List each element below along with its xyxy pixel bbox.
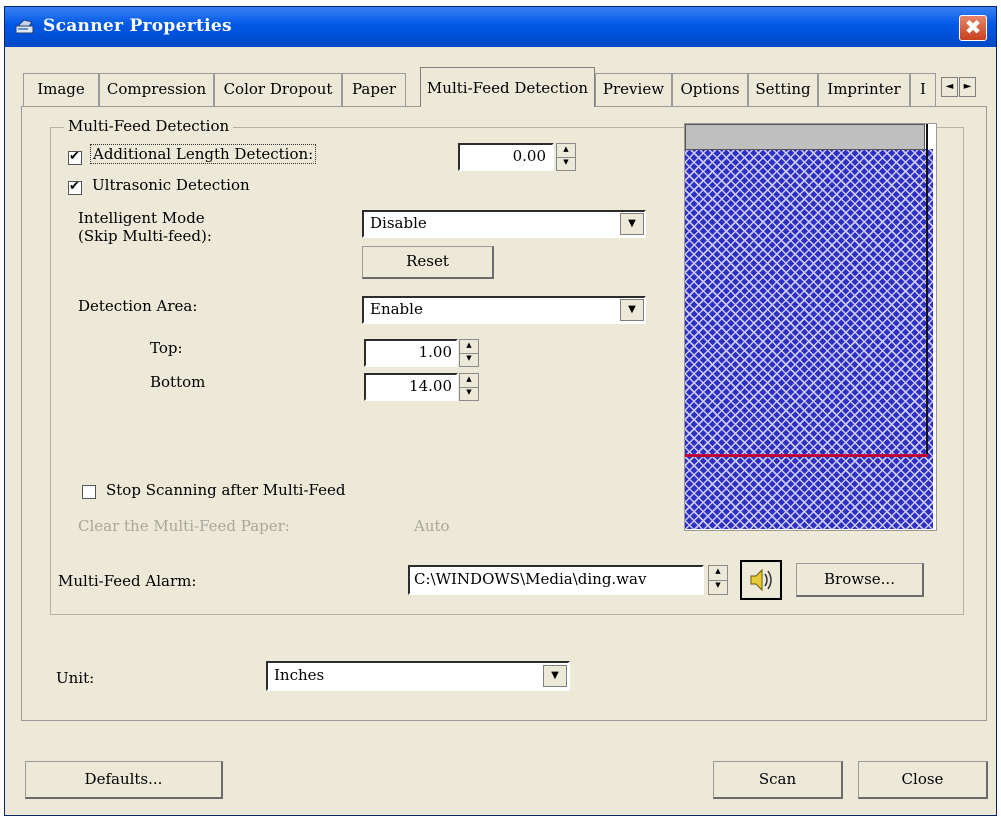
spin-up-icon[interactable]: ▲ bbox=[460, 340, 478, 353]
intelligent-mode-sublabel: (Skip Multi-feed): bbox=[78, 227, 212, 245]
tab-multi-feed-detection[interactable]: Multi-Feed Detection bbox=[420, 67, 595, 107]
chevron-down-icon[interactable]: ▼ bbox=[543, 665, 567, 687]
additional-length-input[interactable]: 0.00 bbox=[458, 143, 554, 171]
detection-area-label: Detection Area: bbox=[78, 297, 198, 315]
ultrasonic-label: Ultrasonic Detection bbox=[92, 176, 250, 194]
tab-options[interactable]: Options bbox=[672, 73, 748, 106]
spin-up-icon[interactable]: ▲ bbox=[557, 144, 575, 157]
scanner-icon bbox=[15, 17, 35, 37]
close-window-button[interactable]: ✖ bbox=[959, 15, 987, 41]
intelligent-mode-label: Intelligent Mode bbox=[78, 209, 205, 227]
scan-button[interactable]: Scan bbox=[713, 761, 843, 799]
clear-paper-label: Clear the Multi-Feed Paper: bbox=[78, 517, 290, 535]
intelligent-mode-select[interactable]: Disable bbox=[362, 210, 646, 238]
stop-scanning-label: Stop Scanning after Multi-Feed bbox=[106, 481, 346, 499]
chevron-down-icon[interactable]: ▼ bbox=[620, 299, 644, 321]
preview-edge bbox=[926, 124, 928, 455]
unit-label: Unit: bbox=[56, 669, 95, 687]
detection-area-preview bbox=[684, 123, 937, 531]
bottom-stepper[interactable]: ▲ ▼ bbox=[459, 373, 479, 401]
multi-feed-alarm-label: Multi-Feed Alarm: bbox=[58, 572, 197, 590]
top-label: Top: bbox=[150, 339, 183, 357]
alarm-path-input[interactable]: C:\WINDOWS\Media\ding.wav bbox=[408, 565, 704, 595]
chevron-down-icon[interactable]: ▼ bbox=[620, 213, 644, 235]
additional-length-stepper[interactable]: ▲ ▼ bbox=[556, 143, 576, 171]
speaker-icon[interactable] bbox=[740, 560, 782, 600]
preview-page-area bbox=[685, 149, 933, 529]
bottom-input[interactable]: 14.00 bbox=[364, 373, 458, 401]
scanner-properties-window: Scanner Properties ✖ Image Compression C… bbox=[4, 6, 997, 816]
detection-bottom-line bbox=[685, 454, 928, 457]
multi-feed-detection-panel: Multi-Feed Detection Additional Length D… bbox=[21, 106, 987, 721]
group-title: Multi-Feed Detection bbox=[64, 117, 234, 135]
browse-button[interactable]: Browse... bbox=[796, 563, 924, 597]
tab-paper[interactable]: Paper bbox=[342, 73, 406, 106]
top-stepper[interactable]: ▲ ▼ bbox=[459, 339, 479, 367]
spin-down-icon[interactable]: ▼ bbox=[709, 580, 727, 594]
tab-overflow[interactable]: I bbox=[910, 73, 936, 106]
stop-scanning-checkbox[interactable] bbox=[82, 485, 96, 499]
tab-scroll-right-button[interactable]: ► bbox=[959, 77, 976, 97]
spin-up-icon[interactable]: ▲ bbox=[709, 566, 727, 580]
defaults-button[interactable]: Defaults... bbox=[25, 761, 223, 799]
ultrasonic-checkbox[interactable] bbox=[68, 179, 82, 195]
close-button[interactable]: Close bbox=[858, 761, 988, 799]
spin-down-icon[interactable]: ▼ bbox=[557, 157, 575, 170]
tab-color-dropout[interactable]: Color Dropout bbox=[214, 73, 342, 106]
tab-scroll-left-button[interactable]: ◄ bbox=[941, 77, 958, 97]
clear-paper-value: Auto bbox=[414, 517, 450, 535]
detection-area-select[interactable]: Enable bbox=[362, 296, 646, 324]
unit-select[interactable]: Inches bbox=[266, 661, 570, 691]
tab-preview[interactable]: Preview bbox=[595, 73, 672, 106]
title-bar[interactable]: Scanner Properties ✖ bbox=[5, 7, 996, 47]
tab-imprinter[interactable]: Imprinter bbox=[818, 73, 910, 106]
bottom-label: Bottom bbox=[150, 373, 206, 391]
spin-down-icon[interactable]: ▼ bbox=[460, 387, 478, 400]
tab-image[interactable]: Image bbox=[23, 73, 99, 106]
top-input[interactable]: 1.00 bbox=[364, 339, 458, 367]
reset-button[interactable]: Reset bbox=[362, 246, 494, 279]
tab-compression[interactable]: Compression bbox=[99, 73, 214, 106]
preview-header bbox=[685, 124, 925, 150]
additional-length-checkbox[interactable] bbox=[68, 149, 82, 165]
spin-down-icon[interactable]: ▼ bbox=[460, 353, 478, 366]
tab-setting[interactable]: Setting bbox=[748, 73, 818, 106]
additional-length-label[interactable]: Additional Length Detection: bbox=[90, 144, 317, 164]
spin-up-icon[interactable]: ▲ bbox=[460, 374, 478, 387]
alarm-stepper[interactable]: ▲ ▼ bbox=[708, 565, 728, 595]
window-title: Scanner Properties bbox=[43, 16, 232, 36]
